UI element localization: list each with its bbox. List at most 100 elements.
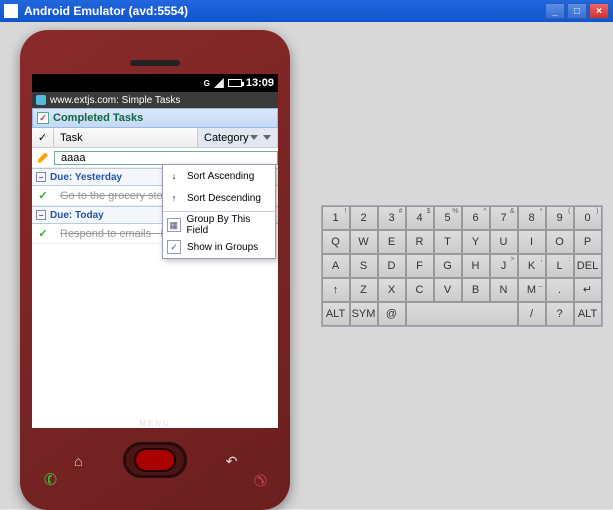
collapse-icon[interactable]: − (36, 210, 46, 220)
key-1[interactable]: 1! (322, 206, 350, 230)
key-9[interactable]: 9( (546, 206, 574, 230)
menu-sort-ascending[interactable]: Sort Ascending (163, 165, 275, 187)
pencil-icon (38, 153, 48, 163)
maximize-button[interactable]: □ (567, 3, 587, 19)
android-statusbar: G 13:09 (32, 74, 278, 92)
gprs-icon: G (204, 79, 210, 88)
key-p[interactable]: P (574, 230, 602, 254)
key-k[interactable]: K; (518, 254, 546, 278)
key-5[interactable]: 5% (434, 206, 462, 230)
new-task-input[interactable]: aaaa (54, 151, 278, 165)
key-r[interactable]: R (406, 230, 434, 254)
check-icon: ✓ (38, 189, 47, 202)
menu-show-groups[interactable]: Show in Groups (163, 236, 275, 258)
panel-header[interactable]: ✓ Completed Tasks (32, 108, 278, 128)
battery-icon (228, 79, 242, 87)
menu-label: Group By This Field (187, 214, 272, 236)
key-s[interactable]: S (350, 254, 378, 278)
col-header-category[interactable]: Category (198, 128, 278, 147)
key-0[interactable]: 0) (574, 206, 602, 230)
menu-label: Sort Ascending (187, 171, 254, 182)
favicon-icon (36, 95, 46, 105)
hardware-keyboard: 1!23#4$5%6^7&8*9(0) QWERTYUIOP ASDFGHJ>K;L… (321, 205, 603, 327)
key-alt2[interactable]: ALT (574, 302, 602, 326)
phone-speaker (130, 60, 180, 66)
key-l[interactable]: L: (546, 254, 574, 278)
end-call-button[interactable]: ✆ (247, 469, 271, 491)
phone-device: G 13:09 www.extjs.com: Simple Tasks ✓ Co… (20, 30, 290, 510)
key-t[interactable]: T (434, 230, 462, 254)
menu-label: Show in Groups (187, 242, 258, 253)
key-c[interactable]: C (406, 278, 434, 302)
key-↵[interactable]: ↵ (574, 278, 602, 302)
key-.[interactable]: . (546, 278, 574, 302)
menu-sort-descending[interactable]: Sort Descending (163, 187, 275, 209)
key-q[interactable]: ? (546, 302, 574, 326)
key-7[interactable]: 7& (490, 206, 518, 230)
key-u[interactable]: U (490, 230, 518, 254)
key-y[interactable]: Y (462, 230, 490, 254)
key-b[interactable]: B (462, 278, 490, 302)
key-e[interactable]: E (378, 230, 406, 254)
key-alt[interactable]: ALT (322, 302, 350, 326)
close-button[interactable]: × (589, 3, 609, 19)
checkbox-icon: ✓ (37, 112, 49, 124)
col-header-task[interactable]: Task (54, 128, 198, 147)
key-z[interactable]: Z (350, 278, 378, 302)
key-3[interactable]: 3# (378, 206, 406, 230)
key-8[interactable]: 8* (518, 206, 546, 230)
chevron-down-icon (250, 135, 258, 140)
group-label: Due: Yesterday (50, 172, 122, 183)
key-d[interactable]: D (378, 254, 406, 278)
signal-icon (214, 78, 224, 88)
home-button[interactable]: ⌂ (66, 452, 90, 470)
key-x[interactable]: X (378, 278, 406, 302)
window-title: Android Emulator (avd:5554) (24, 4, 545, 18)
key-del[interactable]: DEL (574, 254, 602, 278)
key-i[interactable]: I (518, 230, 546, 254)
task-checkbox[interactable]: ✓ (32, 227, 54, 240)
key-sym[interactable]: SYM (350, 302, 378, 326)
col-header-check[interactable]: ✓ (32, 128, 54, 147)
key-g[interactable]: G (434, 254, 462, 278)
column-headers: ✓ Task Category (32, 128, 278, 148)
menu-group-by[interactable]: Group By This Field (163, 214, 275, 236)
key-j[interactable]: J> (490, 254, 518, 278)
menu-separator (163, 211, 275, 212)
key-a[interactable]: A (322, 254, 350, 278)
key-v[interactable]: V (434, 278, 462, 302)
key-o[interactable]: O (546, 230, 574, 254)
back-button[interactable]: ↶ (220, 452, 244, 470)
key-4[interactable]: 4$ (406, 206, 434, 230)
minimize-button[interactable]: _ (545, 3, 565, 19)
dropdown-trigger-icon[interactable] (263, 135, 271, 140)
key-f[interactable]: F (406, 254, 434, 278)
key-space[interactable] (406, 302, 518, 326)
app-icon (4, 4, 18, 18)
checked-icon (167, 240, 181, 254)
key-slash[interactable]: / (518, 302, 546, 326)
call-button[interactable]: ✆ (41, 468, 60, 491)
key-n[interactable]: N (490, 278, 518, 302)
sort-descending-icon (167, 191, 181, 205)
group-icon (167, 218, 181, 232)
key-h[interactable]: H (462, 254, 490, 278)
browser-addressbar[interactable]: www.extjs.com: Simple Tasks (32, 92, 278, 108)
key-2[interactable]: 2 (350, 206, 378, 230)
key-m[interactable]: M_ (518, 278, 546, 302)
key-q[interactable]: Q (322, 230, 350, 254)
dpad-center-button[interactable] (134, 448, 176, 472)
check-icon: ✓ (38, 227, 47, 240)
panel-title: Completed Tasks (53, 112, 143, 124)
menu-key-label: MENU (139, 419, 171, 428)
key-w[interactable]: W (350, 230, 378, 254)
key-↑[interactable]: ↑ (322, 278, 350, 302)
key-at[interactable]: @ (378, 302, 406, 326)
phone-screen: ✓ Completed Tasks ✓ Task Category aaaa (32, 108, 278, 428)
collapse-icon[interactable]: − (36, 172, 46, 182)
group-label: Due: Today (50, 210, 104, 221)
menu-label: Sort Descending (187, 193, 261, 204)
new-task-icon[interactable] (32, 153, 54, 163)
key-6[interactable]: 6^ (462, 206, 490, 230)
task-checkbox[interactable]: ✓ (32, 189, 54, 202)
